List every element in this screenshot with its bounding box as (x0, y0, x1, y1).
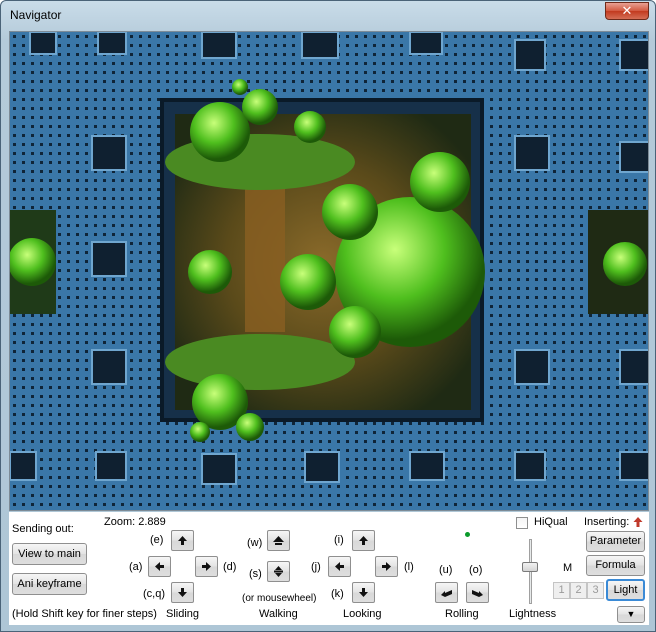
direction-dot (465, 532, 470, 537)
arrow-up-icon (359, 536, 368, 545)
sliding-key-right: (d) (223, 561, 237, 573)
sending-out-label: Sending out: (12, 523, 74, 535)
walking-key-down: (s) (249, 568, 262, 580)
view-to-main-button[interactable]: View to main (12, 543, 87, 565)
rolling-label: Rolling (445, 608, 479, 620)
light-button[interactable]: Light (606, 579, 645, 601)
formula-button[interactable]: Formula (586, 555, 645, 576)
inserting-arrow-icon (633, 517, 643, 527)
slide-up-button[interactable] (171, 530, 194, 551)
slide-left-button[interactable] (148, 556, 171, 577)
looking-key-up: (i) (334, 534, 344, 546)
parameter-button[interactable]: Parameter (586, 531, 645, 552)
lightness-slider-thumb[interactable] (522, 562, 538, 572)
arrow-left-icon (155, 562, 164, 571)
looking-key-left: (j) (311, 561, 321, 573)
rolling-key-left: (u) (439, 564, 453, 576)
look-right-button[interactable] (375, 556, 398, 577)
walk-backward-button[interactable] (267, 561, 290, 582)
walking-hint: (or mousewheel) (242, 593, 317, 604)
slide-down-button[interactable] (171, 582, 194, 603)
light-preset-2-button[interactable]: 2 (570, 582, 587, 599)
looking-key-right: (l) (404, 561, 414, 573)
arrow-right-icon (382, 562, 391, 571)
fractal-viewport[interactable] (9, 31, 649, 511)
hiqual-checkbox[interactable] (516, 517, 528, 529)
navigator-window: Navigator ✕ Sending out: View to main An… (0, 0, 656, 632)
walk-backward-icon (274, 566, 283, 577)
ani-keyframe-button[interactable]: Ani keyframe (12, 573, 87, 595)
lightness-marker: M (563, 562, 573, 574)
title-bar[interactable]: Navigator ✕ (1, 1, 655, 29)
arrow-down-icon (178, 588, 187, 597)
close-button[interactable]: ✕ (605, 2, 649, 20)
rolling-key-right: (o) (469, 564, 483, 576)
sliding-key-up: (e) (150, 534, 164, 546)
hiqual-label: HiQual (534, 516, 568, 528)
close-icon: ✕ (621, 3, 633, 18)
roll-left-icon (441, 590, 452, 597)
light-preset-1-button[interactable]: 1 (553, 582, 570, 599)
looking-key-down: (k) (331, 588, 344, 600)
sliding-key-down: (c,q) (143, 588, 165, 600)
look-left-button[interactable] (328, 556, 351, 577)
control-panel: Sending out: View to main Ani keyframe (… (9, 512, 649, 625)
arrow-down-icon (359, 588, 368, 597)
walking-label: Walking (259, 608, 298, 620)
looking-label: Looking (343, 608, 382, 620)
arrow-left-icon (335, 562, 344, 571)
lightness-label: Lightness (509, 608, 557, 620)
light-preset-3-button[interactable]: 3 (587, 582, 604, 599)
arrow-right-icon (202, 562, 211, 571)
slide-right-button[interactable] (195, 556, 218, 577)
zoom-readout: Zoom: 2.889 (104, 516, 166, 528)
sliding-key-left: (a) (129, 561, 143, 573)
roll-right-icon (472, 590, 483, 597)
inserting-label: Inserting: (584, 516, 630, 528)
roll-right-button[interactable] (466, 582, 489, 603)
direction-indicator[interactable] (447, 518, 487, 550)
walking-key-up: (w) (247, 537, 263, 549)
walk-forward-icon (273, 536, 284, 545)
look-up-button[interactable] (352, 530, 375, 551)
sliding-label: Sliding (166, 608, 200, 620)
roll-left-button[interactable] (435, 582, 458, 603)
look-down-button[interactable] (352, 582, 375, 603)
fractal-render-image (10, 32, 648, 510)
walk-forward-button[interactable] (267, 530, 290, 551)
window-title: Navigator (10, 8, 62, 22)
chevron-down-icon: ▼ (626, 609, 636, 619)
expand-button[interactable]: ▼ (617, 606, 645, 623)
shift-hint: (Hold Shift key for finer steps) (12, 608, 157, 620)
arrow-up-icon (178, 536, 187, 545)
